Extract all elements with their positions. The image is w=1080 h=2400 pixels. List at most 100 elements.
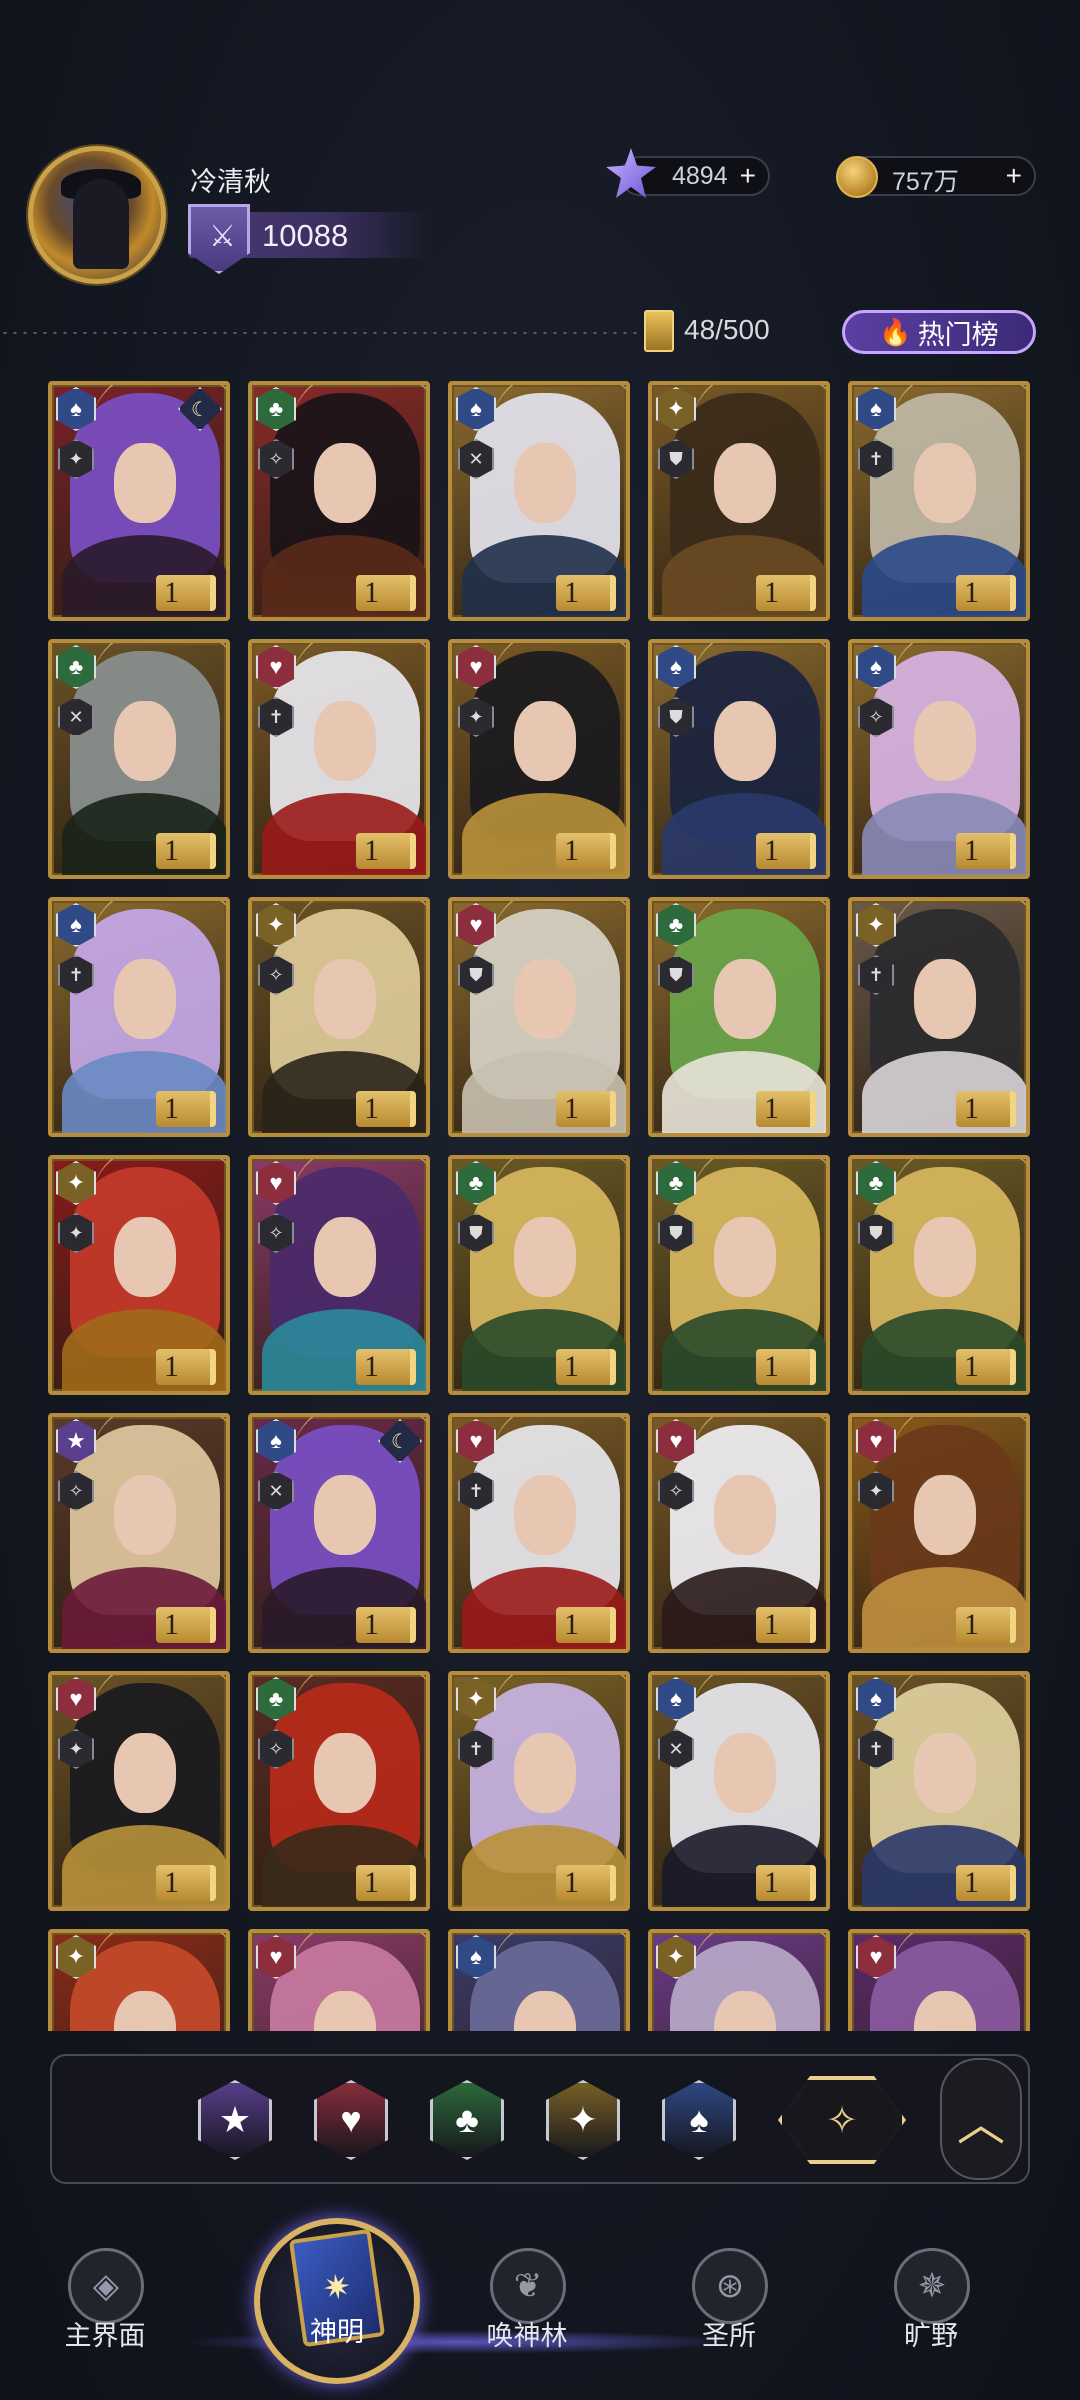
deity-card[interactable]: ♥ [848, 1929, 1030, 2031]
card-portrait-face [714, 1733, 776, 1813]
card-level: 1 [356, 833, 416, 869]
flame-icon: 🔥 [879, 316, 912, 347]
deity-card[interactable]: ♥ ✝ 1 [248, 639, 430, 879]
deity-card[interactable]: ♥ ✧ 1 [248, 1155, 430, 1395]
deity-card[interactable]: ♥ ✦ 1 [48, 1671, 230, 1911]
deity-card[interactable]: ✦ ✝ 1 [848, 897, 1030, 1137]
card-level: 1 [756, 1607, 816, 1643]
nav-summon-forest-label: 唤神林 [486, 2321, 568, 2351]
card-level: 1 [156, 833, 216, 869]
compass-icon: ✵ [894, 2248, 970, 2324]
card-portrait-face [314, 701, 376, 781]
deity-card[interactable]: ✦ ✝ 1 [448, 1671, 630, 1911]
deity-card[interactable]: ♠ ✦ 1 ☾ [48, 381, 230, 621]
gold-amount: 757万 [892, 168, 959, 196]
card-level: 1 [556, 833, 616, 869]
deity-card[interactable]: ♣ ⛊ 1 [448, 1155, 630, 1395]
card-level: 1 [156, 1091, 216, 1127]
gem-add-button[interactable]: + [740, 160, 756, 192]
deity-card[interactable]: ♠ ✝ 1 [848, 1671, 1030, 1911]
card-portrait-face [314, 1217, 376, 1297]
deity-card[interactable]: ♣ ✕ 1 [48, 639, 230, 879]
deity-card[interactable]: ✦ ✦ 1 [48, 1155, 230, 1395]
deity-card[interactable]: ♥ [248, 1929, 430, 2031]
deity-card[interactable]: ♣ ✧ 1 [248, 1671, 430, 1911]
gold-add-button[interactable]: + [1006, 160, 1022, 192]
card-count-icon [644, 310, 674, 352]
hot-list-button[interactable]: 🔥 热门榜 [842, 310, 1036, 354]
deity-card-grid: ♠ ✦ 1 ☾ ♣ ✧ 1 ♠ ✕ 1 ✦ ⛊ 1 ♠ ✝ 1 ♣ ✕ 1 ♥ ✝ 1 ♥ ✦ 1 ♠ ⛊ 1 ♠ ✧ 1 ♠ ✝ 1 ✦ ✧ 1 ♥ ⛊ 1… [48, 381, 1030, 2031]
card-count: 48/500 [684, 314, 770, 345]
deity-card[interactable]: ✦ [648, 1929, 830, 2031]
deity-card[interactable]: ♠ [448, 1929, 630, 2031]
deity-card[interactable]: ✦ ⛊ 1 [648, 381, 830, 621]
card-level: 1 [756, 833, 816, 869]
deity-card[interactable]: ♣ ⛊ 1 [648, 897, 830, 1137]
card-level: 1 [956, 1091, 1016, 1127]
nav-summon-forest[interactable]: ❦ 唤神林 [452, 2248, 602, 2368]
deity-card[interactable]: ★ ✧ 1 [48, 1413, 230, 1653]
nav-wilds-label: 旷野 [904, 2321, 958, 2351]
card-portrait-face [514, 1733, 576, 1813]
nav-wilds[interactable]: ✵ 旷野 [856, 2248, 1006, 2368]
deity-card[interactable]: ♠ ⛊ 1 [648, 639, 830, 879]
card-portrait-face [514, 1475, 576, 1555]
card-portrait-face [914, 959, 976, 1039]
card-level: 1 [556, 1607, 616, 1643]
deity-card[interactable]: ♣ ✧ 1 [248, 381, 430, 621]
card-level: 1 [156, 1865, 216, 1901]
card-portrait-face [914, 1217, 976, 1297]
deity-card[interactable]: ♠ ✧ 1 [848, 639, 1030, 879]
card-level: 1 [956, 833, 1016, 869]
card-level: 1 [356, 1091, 416, 1127]
card-portrait-face [114, 701, 176, 781]
player-name: 冷清秋 [190, 167, 271, 197]
card-portrait-face [714, 959, 776, 1039]
deity-card[interactable]: ♥ ✦ 1 [448, 639, 630, 879]
deity-card[interactable]: ✦ [48, 1929, 230, 2031]
card-level: 1 [156, 575, 216, 611]
deity-card[interactable]: ♠ ✕ 1 [448, 381, 630, 621]
deity-card[interactable]: ♠ ✕ 1 ☾ [248, 1413, 430, 1653]
card-level: 1 [956, 1349, 1016, 1385]
main-world-icon: ◈ [68, 2248, 144, 2324]
card-level: 1 [956, 1865, 1016, 1901]
deity-card[interactable]: ✦ ✧ 1 [248, 897, 430, 1137]
deity-card[interactable]: ♠ ✕ 1 [648, 1671, 830, 1911]
nav-sanctuary-label: 圣所 [702, 2321, 756, 2351]
card-portrait-face [314, 443, 376, 523]
deity-card[interactable]: ♣ ⛊ 1 [848, 1155, 1030, 1395]
card-level: 1 [956, 575, 1016, 611]
card-level: 1 [556, 1865, 616, 1901]
gold-coin-icon [836, 156, 878, 198]
nav-main-world[interactable]: ◈ 主界面 [30, 2248, 180, 2368]
card-portrait-face [914, 1733, 976, 1813]
card-portrait-face [514, 959, 576, 1039]
deity-card[interactable]: ♣ ⛊ 1 [648, 1155, 830, 1395]
hot-list-label: 热门榜 [917, 319, 999, 350]
card-portrait-face [514, 1217, 576, 1297]
deity-card[interactable]: ♠ ✝ 1 [48, 897, 230, 1137]
card-portrait-face [914, 701, 976, 781]
tree-icon: ❦ [490, 2248, 566, 2324]
nav-sanctuary[interactable]: ⊛ 圣所 [654, 2248, 804, 2368]
card-portrait-face [314, 1733, 376, 1813]
deity-card[interactable]: ♥ ✦ 1 [848, 1413, 1030, 1653]
card-portrait-face [714, 701, 776, 781]
deity-card[interactable]: ♠ ✝ 1 [848, 381, 1030, 621]
card-portrait-face [114, 443, 176, 523]
rank-shield-icon: ⚔ [188, 204, 250, 274]
collapse-button[interactable]: ︿ [940, 2058, 1022, 2180]
deity-card[interactable]: ♥ ✝ 1 [448, 1413, 630, 1653]
card-portrait-face [714, 1475, 776, 1555]
card-level: 1 [356, 1865, 416, 1901]
player-avatar[interactable] [28, 146, 166, 284]
card-portrait-face [114, 1217, 176, 1297]
avatar-figure [73, 179, 129, 269]
deity-card[interactable]: ♥ ⛊ 1 [448, 897, 630, 1137]
card-portrait-face [514, 443, 576, 523]
card-level: 1 [956, 1607, 1016, 1643]
card-portrait-face [114, 1475, 176, 1555]
card-portrait-face [114, 959, 176, 1039]
deity-card[interactable]: ♥ ✧ 1 [648, 1413, 830, 1653]
